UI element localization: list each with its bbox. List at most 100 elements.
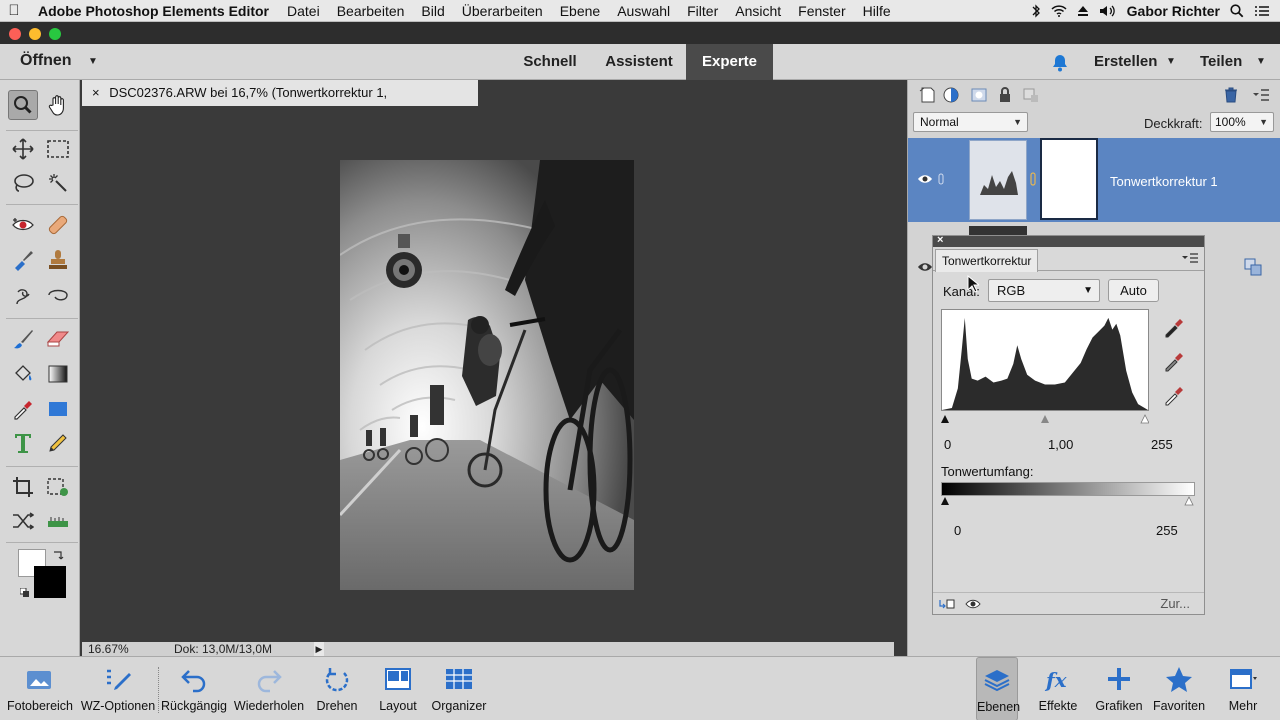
tool-options-button[interactable]: WZ-Optionen [78, 657, 158, 720]
zoom-level[interactable]: 16.67% [88, 642, 129, 656]
layers-button[interactable]: Ebenen [976, 657, 1020, 720]
menu-ebene[interactable]: Ebene [560, 3, 600, 19]
panel-menu-icon[interactable] [1182, 253, 1198, 263]
pencil-tool-icon[interactable] [43, 428, 73, 458]
app-menu-name[interactable]: Adobe Photoshop Elements Editor [38, 3, 269, 19]
magic-wand-tool-icon[interactable] [43, 168, 73, 198]
output-black-value[interactable]: 0 [954, 523, 961, 538]
clone-stamp-tool-icon[interactable] [43, 245, 73, 275]
graphics-button[interactable]: Grafiken [1092, 657, 1146, 720]
eject-icon[interactable] [1077, 5, 1089, 17]
volume-icon[interactable] [1099, 5, 1117, 17]
layer-style-icon[interactable] [1244, 258, 1262, 276]
zoom-window-button[interactable] [49, 28, 61, 40]
layer-name[interactable]: Tonwertkorrektur 1 [1110, 174, 1218, 189]
sponge-tool-icon[interactable] [43, 280, 73, 310]
input-black-value[interactable]: 0 [944, 437, 951, 452]
status-menu-arrow-icon[interactable]: ▶ [314, 642, 324, 656]
smart-brush-tool-icon[interactable] [8, 245, 38, 275]
output-levels-slider[interactable] [941, 494, 1195, 506]
share-dropdown-icon[interactable]: ▼ [1256, 56, 1266, 67]
document-tab[interactable]: × DSC02376.ARW bei 16,7% (Tonwertkorrekt… [82, 80, 478, 126]
layout-button[interactable]: Layout [372, 657, 424, 720]
effects-button[interactable]: fx Effekte [1034, 657, 1082, 720]
menu-filter[interactable]: Filter [687, 3, 718, 19]
layer-mask-thumbnail[interactable] [1040, 138, 1098, 220]
menu-bild[interactable]: Bild [421, 3, 444, 19]
mask-link-chain-icon[interactable] [1030, 172, 1036, 186]
hand-tool-icon[interactable] [43, 90, 73, 120]
gradient-tool-icon[interactable] [43, 359, 73, 389]
tab-assistent[interactable]: Assistent [592, 44, 686, 80]
spotlight-search-icon[interactable] [1230, 4, 1244, 18]
red-eye-tool-icon[interactable] [8, 210, 38, 240]
delete-layer-icon[interactable] [1222, 86, 1240, 104]
menu-ansicht[interactable]: Ansicht [735, 3, 781, 19]
favorites-button[interactable]: Favoriten [1150, 657, 1208, 720]
document-image[interactable] [340, 160, 634, 590]
tab-schnell[interactable]: Schnell [508, 44, 592, 80]
create-dropdown-icon[interactable]: ▼ [1166, 56, 1176, 67]
panel-menu-icon[interactable] [1252, 86, 1270, 104]
menu-datei[interactable]: Datei [287, 3, 320, 19]
new-layer-icon[interactable] [918, 86, 936, 104]
opacity-input[interactable]: 100% ▼ [1210, 112, 1274, 132]
black-point-eyedropper-icon[interactable] [1163, 316, 1185, 338]
clip-to-layer-icon[interactable] [939, 598, 955, 610]
blend-mode-select[interactable]: Normal ▼ [913, 112, 1028, 132]
visibility-eye-icon[interactable] [965, 599, 981, 609]
minimize-window-button[interactable] [29, 28, 41, 40]
notification-list-icon[interactable] [1254, 5, 1270, 17]
crop-tool-icon[interactable] [8, 472, 38, 502]
link-icon[interactable] [938, 173, 944, 185]
content-aware-move-tool-icon[interactable] [8, 506, 38, 536]
background-color-swatch[interactable] [34, 566, 66, 598]
close-window-button[interactable] [9, 28, 21, 40]
layer-row-tonwertkorrektur[interactable]: Tonwertkorrektur 1 [908, 138, 1280, 222]
input-levels-slider[interactable] [941, 412, 1149, 424]
menu-bearbeiten[interactable]: Bearbeiten [337, 3, 405, 19]
channel-select[interactable]: RGB ▼ [988, 279, 1100, 302]
open-button[interactable]: Öffnen [20, 52, 72, 70]
straighten-tool-icon[interactable] [43, 506, 73, 536]
visibility-eye-icon[interactable] [917, 262, 933, 272]
input-white-value[interactable]: 255 [1151, 437, 1173, 452]
organizer-button[interactable]: Organizer [428, 657, 490, 720]
white-point-eyedropper-icon[interactable] [1163, 384, 1185, 406]
adjustment-layer-icon[interactable] [942, 86, 960, 104]
share-button[interactable]: Teilen [1200, 53, 1242, 70]
eraser-tool-icon[interactable] [43, 324, 73, 354]
tab-tonwertkorrektur[interactable]: Tonwertkorrektur [935, 249, 1039, 272]
undo-button[interactable]: Rückgängig [158, 657, 230, 720]
reset-button[interactable]: Zur... [1160, 596, 1190, 611]
shape-tool-icon[interactable] [43, 394, 73, 424]
menu-hilfe[interactable]: Hilfe [863, 3, 891, 19]
type-tool-icon[interactable] [8, 428, 38, 458]
gray-point-eyedropper-icon[interactable] [1163, 350, 1185, 372]
user-name[interactable]: Gabor Richter [1127, 3, 1220, 19]
open-dropdown-icon[interactable]: ▼ [88, 56, 98, 67]
photo-bin-button[interactable]: Fotobereich [2, 657, 78, 720]
bluetooth-icon[interactable] [1031, 4, 1041, 18]
layer-mask-icon[interactable] [970, 86, 988, 104]
more-button[interactable]: Mehr [1218, 657, 1268, 720]
brush-tool-icon[interactable] [8, 324, 38, 354]
create-button[interactable]: Erstellen [1094, 53, 1157, 70]
default-colors-icon[interactable] [20, 588, 30, 598]
tab-experte[interactable]: Experte [686, 44, 773, 80]
lock-transparent-icon[interactable] [1022, 86, 1040, 104]
output-white-value[interactable]: 255 [1156, 523, 1178, 538]
auto-button[interactable]: Auto [1108, 279, 1159, 302]
paint-bucket-tool-icon[interactable] [8, 359, 38, 389]
adjustment-thumbnail[interactable] [969, 140, 1027, 220]
wifi-icon[interactable] [1051, 5, 1067, 17]
levels-panel-header[interactable]: × [933, 234, 1204, 247]
swap-colors-icon[interactable] [52, 550, 64, 562]
zoom-tool-icon[interactable] [8, 90, 38, 120]
recompose-tool-icon[interactable] [43, 472, 73, 502]
menu-ueberarbeiten[interactable]: Überarbeiten [462, 3, 543, 19]
close-document-icon[interactable]: × [92, 85, 100, 100]
spot-healing-tool-icon[interactable] [43, 210, 73, 240]
redo-button[interactable]: Wiederholen [232, 657, 306, 720]
eyedropper-tool-icon[interactable] [8, 394, 38, 424]
